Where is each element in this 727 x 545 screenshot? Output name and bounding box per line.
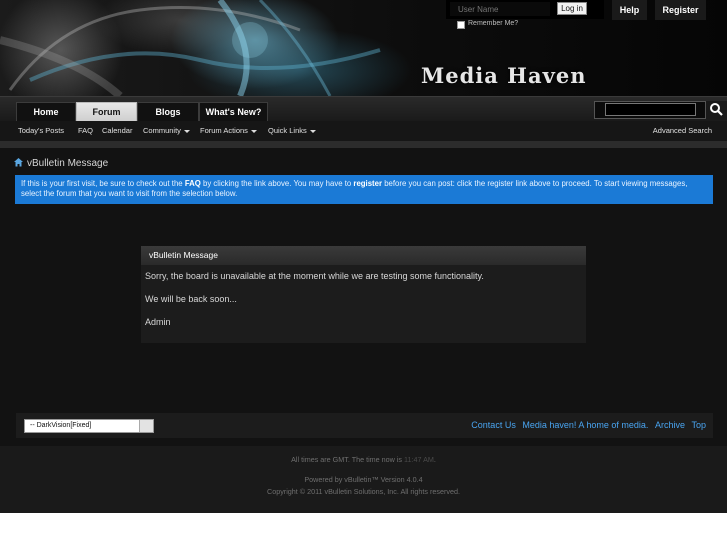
time-suffix: .	[433, 455, 436, 464]
message-box-title: vBulletin Message	[141, 246, 586, 265]
todays-posts-link[interactable]: Today's Posts	[18, 126, 64, 135]
time-now: 11:47 AM	[404, 455, 434, 464]
advanced-search-link[interactable]: Advanced Search	[653, 126, 712, 135]
search-button[interactable]	[706, 101, 727, 119]
home-site-link[interactable]: Media haven! A home of media.	[522, 420, 648, 430]
message-line: Sorry, the board is unavailable at the m…	[145, 271, 484, 281]
chevron-down-icon	[309, 129, 316, 133]
message-box-body: Sorry, the board is unavailable at the m…	[141, 265, 586, 327]
forum-actions-menu[interactable]: Forum Actions	[200, 126, 257, 135]
contact-us-link[interactable]: Contact Us	[471, 420, 516, 430]
tab-home[interactable]: Home	[16, 102, 76, 121]
archive-link[interactable]: Archive	[655, 420, 685, 430]
chevron-down-icon	[183, 129, 190, 133]
select-arrow-icon[interactable]	[139, 420, 153, 432]
home-icon[interactable]	[14, 158, 23, 170]
quick-links-label: Quick Links	[268, 126, 307, 135]
notice-register-link[interactable]: register	[353, 179, 382, 188]
register-button[interactable]: Register	[655, 0, 706, 20]
powered-by: Powered by vBulletin™ Version 4.0.4	[304, 475, 423, 484]
banner-artwork	[0, 0, 381, 96]
copyright: Copyright © 2011 vBulletin Solutions, In…	[267, 487, 460, 496]
community-label: Community	[143, 126, 181, 135]
login-button[interactable]: Log in	[557, 2, 587, 15]
top-link[interactable]: Top	[691, 420, 706, 430]
faq-link[interactable]: FAQ	[78, 126, 93, 135]
site-logo[interactable]: Media Haven	[421, 63, 586, 88]
tab-blogs[interactable]: Blogs	[137, 102, 199, 121]
tab-whats-new[interactable]: What's New?	[199, 102, 268, 121]
username-field[interactable]	[450, 2, 550, 16]
remember-me-label: Remember Me?	[468, 20, 519, 27]
message-line: We will be back soon...	[145, 294, 237, 304]
community-menu[interactable]: Community	[143, 126, 190, 135]
message-box: vBulletin Message Sorry, the board is un…	[141, 246, 586, 343]
welcome-notice: If this is your first visit, be sure to …	[15, 175, 713, 204]
forum-actions-label: Forum Actions	[200, 126, 248, 135]
notice-text-1: If this is your first visit, be sure to …	[21, 179, 185, 188]
time-info: All times are GMT. The time now is 11:47…	[0, 455, 727, 464]
page-bottom: All times are GMT. The time now is 11:47…	[0, 446, 727, 513]
help-button[interactable]: Help	[612, 0, 647, 20]
notice-faq-link[interactable]: FAQ	[185, 179, 201, 188]
time-prefix: All times are GMT. The time now is	[291, 455, 405, 464]
remember-me-checkbox[interactable]	[457, 21, 465, 29]
quick-links-menu[interactable]: Quick Links	[268, 126, 316, 135]
footer-links: Contact Us Media haven! A home of media.…	[467, 420, 706, 430]
tab-forum[interactable]: Forum	[76, 102, 137, 121]
breadcrumb: vBulletin Message	[14, 158, 108, 170]
page: Media Haven Log in Remember Me? Help Reg…	[0, 0, 727, 513]
style-selector[interactable]: -- DarkVision[Fixed]	[24, 419, 154, 433]
notice-text-2: by clicking the link above. You may have…	[200, 179, 354, 188]
chevron-down-icon	[250, 129, 257, 133]
breadcrumb-current: vBulletin Message	[27, 158, 109, 169]
sub-navigation: Today's Posts FAQ Calendar Community For…	[0, 121, 727, 141]
message-line: Admin	[145, 317, 171, 327]
search-input[interactable]	[605, 103, 696, 116]
search-icon	[710, 103, 723, 116]
calendar-link[interactable]: Calendar	[102, 126, 132, 135]
separator-bar	[0, 141, 727, 148]
